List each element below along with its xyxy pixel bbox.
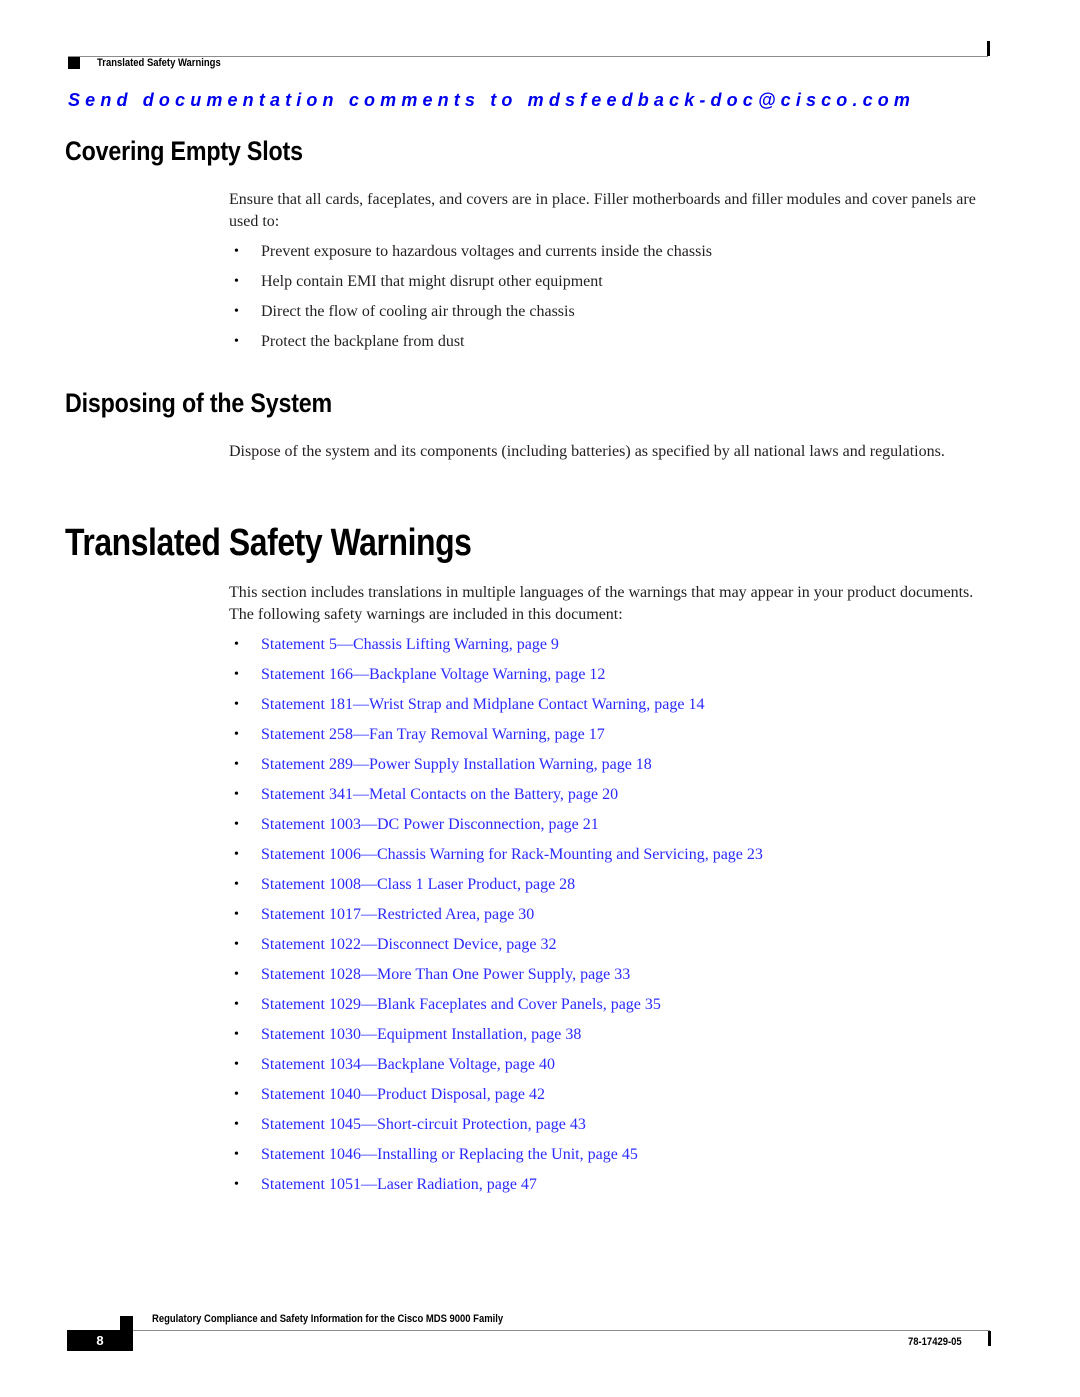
heading-translated-safety-warnings: Translated Safety Warnings	[65, 522, 472, 564]
statement-link[interactable]: Statement 1008—Class 1 Laser Product, pa…	[261, 876, 575, 893]
statement-link-item[interactable]: • Statement 166—Backplane Voltage Warning…	[229, 664, 763, 694]
page-number: 8	[67, 1330, 133, 1351]
covering-bullet-list: • Prevent exposure to hazardous voltages …	[229, 241, 712, 361]
statement-link-item[interactable]: • Statement 1046—Installing or Replacing …	[229, 1144, 763, 1174]
header-marker-block	[68, 57, 80, 69]
statement-link-item[interactable]: • Statement 1006—Chassis Warning for Rack…	[229, 844, 763, 874]
heading-covering-empty-slots: Covering Empty Slots	[65, 136, 303, 166]
bullet-icon: •	[234, 1027, 239, 1042]
statement-link[interactable]: Statement 341—Metal Contacts on the Batt…	[261, 786, 618, 803]
document-number: 78-17429-05	[908, 1336, 962, 1348]
disposing-body: Dispose of the system and its components…	[229, 443, 945, 460]
statement-link-item[interactable]: • Statement 1040—Product Disposal, page 4…	[229, 1084, 763, 1114]
statement-link[interactable]: Statement 1022—Disconnect Device, page 3…	[261, 936, 556, 953]
statement-link[interactable]: Statement 258—Fan Tray Removal Warning, …	[261, 726, 605, 743]
statement-link-item[interactable]: • Statement 1017—Restricted Area, page 30	[229, 904, 763, 934]
bullet-icon: •	[234, 667, 239, 682]
statement-link[interactable]: Statement 1040—Product Disposal, page 42	[261, 1086, 545, 1103]
bullet-icon: •	[234, 1087, 239, 1102]
footer-tick-mark	[988, 1331, 991, 1346]
bullet-icon: •	[234, 244, 239, 259]
bullet-icon: •	[234, 1117, 239, 1132]
bullet-icon: •	[234, 334, 239, 349]
statement-link-item[interactable]: • Statement 1028—More Than One Power Supp…	[229, 964, 763, 994]
bullet-icon: •	[234, 847, 239, 862]
covering-intro: Ensure that all cards, faceplates, and c…	[229, 191, 976, 230]
statement-link[interactable]: Statement 1030—Equipment Installation, p…	[261, 1026, 581, 1043]
translated-intro: This section includes translations in mu…	[229, 584, 974, 623]
statement-link-item[interactable]: • Statement 1008—Class 1 Laser Product, p…	[229, 874, 763, 904]
list-item: • Protect the backplane from dust	[229, 331, 712, 361]
statement-link-item[interactable]: • Statement 5—Chassis Lifting Warning, pa…	[229, 634, 763, 664]
bullet-icon: •	[234, 697, 239, 712]
bullet-icon: •	[234, 967, 239, 982]
list-item: • Direct the flow of cooling air through …	[229, 301, 712, 331]
bullet-icon: •	[234, 1147, 239, 1162]
bullet-icon: •	[234, 274, 239, 289]
bullet-icon: •	[234, 937, 239, 952]
bullet-icon: •	[234, 877, 239, 892]
footer-rule	[133, 1330, 990, 1331]
statement-link[interactable]: Statement 289—Power Supply Installation …	[261, 756, 652, 773]
bullet-icon: •	[234, 1057, 239, 1072]
statement-link-item[interactable]: • Statement 1034—Backplane Voltage, page …	[229, 1054, 763, 1084]
bullet-icon: •	[234, 997, 239, 1012]
statement-link[interactable]: Statement 5—Chassis Lifting Warning, pag…	[261, 636, 559, 653]
statement-link[interactable]: Statement 1029—Blank Faceplates and Cove…	[261, 996, 661, 1013]
statement-link[interactable]: Statement 1045—Short-circuit Protection,…	[261, 1116, 586, 1133]
bullet-icon: •	[234, 1177, 239, 1192]
bullet-icon: •	[234, 907, 239, 922]
header-tick-mark	[987, 41, 990, 56]
statement-link-item[interactable]: • Statement 1003—DC Power Disconnection, …	[229, 814, 763, 844]
feedback-link[interactable]: Send documentation comments to mdsfeedba…	[68, 90, 915, 111]
statement-link-item[interactable]: • Statement 341—Metal Contacts on the Bat…	[229, 784, 763, 814]
statement-link-item[interactable]: • Statement 258—Fan Tray Removal Warning,…	[229, 724, 763, 754]
list-item: • Prevent exposure to hazardous voltages …	[229, 241, 712, 271]
bullet-icon: •	[234, 757, 239, 772]
statement-link-item[interactable]: • Statement 1022—Disconnect Device, page …	[229, 934, 763, 964]
footer-book-title: Regulatory Compliance and Safety Informa…	[152, 1313, 504, 1325]
bullet-icon: •	[234, 787, 239, 802]
statement-link[interactable]: Statement 166—Backplane Voltage Warning,…	[261, 666, 605, 683]
statement-link[interactable]: Statement 1028—More Than One Power Suppl…	[261, 966, 630, 983]
heading-disposing-of-the-system: Disposing of the System	[65, 388, 332, 418]
running-title: Translated Safety Warnings	[97, 57, 221, 69]
bullet-icon: •	[234, 727, 239, 742]
statement-link-item[interactable]: • Statement 1029—Blank Faceplates and Cov…	[229, 994, 763, 1024]
bullet-icon: •	[234, 304, 239, 319]
statement-link-item[interactable]: • Statement 289—Power Supply Installation…	[229, 754, 763, 784]
statement-link[interactable]: Statement 1003—DC Power Disconnection, p…	[261, 816, 599, 833]
bullet-icon: •	[234, 637, 239, 652]
statement-link-item[interactable]: • Statement 1045—Short-circuit Protection…	[229, 1114, 763, 1144]
statement-link-item[interactable]: • Statement 1030—Equipment Installation, …	[229, 1024, 763, 1054]
bullet-icon: •	[234, 817, 239, 832]
statement-link-item[interactable]: • Statement 181—Wrist Strap and Midplane …	[229, 694, 763, 724]
statement-link[interactable]: Statement 1017—Restricted Area, page 30	[261, 906, 534, 923]
statement-link[interactable]: Statement 1034—Backplane Voltage, page 4…	[261, 1056, 555, 1073]
statement-link-list: • Statement 5—Chassis Lifting Warning, pa…	[229, 634, 763, 1204]
statement-link[interactable]: Statement 1046—Installing or Replacing t…	[261, 1146, 638, 1163]
list-item: • Help contain EMI that might disrupt oth…	[229, 271, 712, 301]
statement-link[interactable]: Statement 181—Wrist Strap and Midplane C…	[261, 696, 704, 713]
footer-marker-block	[120, 1316, 133, 1330]
statement-link[interactable]: Statement 1006—Chassis Warning for Rack-…	[261, 846, 763, 863]
statement-link-item[interactable]: • Statement 1051—Laser Radiation, page 47	[229, 1174, 763, 1204]
statement-link[interactable]: Statement 1051—Laser Radiation, page 47	[261, 1176, 537, 1193]
